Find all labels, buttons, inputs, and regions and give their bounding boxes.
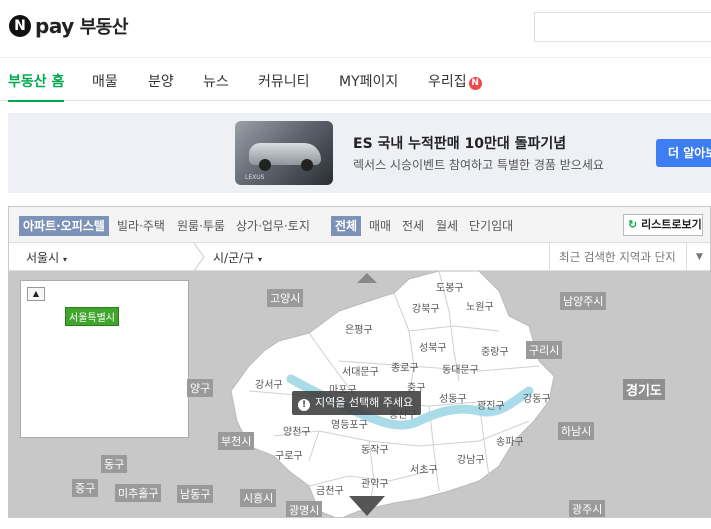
city-select[interactable]: 서울시 ▾: [26, 249, 67, 266]
ad-banner[interactable]: LEXUS ES 국내 누적판매 10만대 돌파기념 렉서스 시승이벤트 참여하…: [8, 113, 711, 193]
search-input[interactable]: [534, 12, 711, 42]
main-nav: 부동산 홈 매물 분양 뉴스 커뮤니티 MY페이지 우리집 N: [0, 59, 711, 102]
district-label[interactable]: 강동구: [523, 390, 551, 405]
district-label[interactable]: 은평구: [345, 321, 373, 336]
region-label[interactable]: 남양주시: [560, 292, 607, 310]
logo-title: 부동산: [79, 17, 129, 38]
region-label[interactable]: 미추홀구: [115, 484, 162, 502]
district-label[interactable]: 서대문구: [342, 363, 379, 378]
nav-news[interactable]: 뉴스: [203, 71, 229, 91]
logo-pay-text: pay: [35, 14, 74, 38]
breadcrumb-separator-icon: [194, 243, 205, 271]
district-select[interactable]: 시/군/구 ▾: [213, 249, 262, 266]
region-label[interactable]: 남동구: [177, 485, 214, 503]
region-label[interactable]: 고양시: [267, 289, 304, 307]
district-label[interactable]: 영등포구: [331, 416, 368, 431]
district-label[interactable]: 도봉구: [436, 279, 464, 294]
district-label[interactable]: 강남구: [457, 451, 485, 466]
district-label[interactable]: 종로구: [391, 359, 419, 374]
district-label[interactable]: 강북구: [412, 300, 440, 315]
banner-subtitle: 렉서스 시승이벤트 참여하고 특별한 경품 받으세요: [353, 158, 604, 172]
filter-bar: 아파트·오피스텔 빌라·주택 원룸·투룸 상가·업무·토지 전체 매매 전세 월…: [9, 207, 710, 243]
minimap-seoul-label[interactable]: 서울특별시: [65, 307, 119, 326]
district-label[interactable]: 노원구: [466, 298, 494, 313]
nav-mypage[interactable]: MY페이지: [339, 71, 398, 91]
district-label[interactable]: 광진구: [477, 397, 505, 412]
region-label[interactable]: 경기도: [623, 379, 665, 400]
map-panel: 아파트·오피스텔 빌라·주택 원룸·투룸 상가·업무·토지 전체 매매 전세 월…: [8, 206, 711, 518]
filter-trade-short[interactable]: 단기임대: [469, 216, 513, 236]
filter-apartment-officetel[interactable]: 아파트·오피스텔: [19, 216, 109, 236]
nav-myhome[interactable]: 우리집 N: [428, 71, 482, 91]
filter-villa-house[interactable]: 빌라·주택: [117, 216, 165, 236]
nav-myhome-label: 우리집: [428, 74, 467, 90]
region-label[interactable]: 양구: [187, 379, 214, 397]
collapse-minimap-button[interactable]: ▲: [27, 287, 45, 301]
region-label[interactable]: 부천시: [218, 432, 255, 450]
district-label[interactable]: 서초구: [410, 461, 438, 476]
recent-search-label: 최근 검색한 지역과 단지: [559, 250, 676, 264]
chevron-down-icon: ▾: [258, 255, 263, 264]
region-label[interactable]: 중구: [72, 479, 99, 497]
refresh-icon: ↻: [628, 218, 638, 231]
filter-commercial-land[interactable]: 상가·업무·토지: [236, 216, 310, 236]
tooltip-text: 지역을 선택해 주세요: [315, 396, 414, 409]
region-label[interactable]: 구리시: [526, 341, 563, 359]
brand-logo: LEXUS: [245, 174, 265, 181]
naver-pay-real-estate-logo[interactable]: N pay 부동산: [9, 13, 128, 39]
filter-oneroom-tworoom[interactable]: 원룸·투룸: [177, 216, 225, 236]
filter-trade-jeonse[interactable]: 전세: [402, 216, 424, 236]
nav-community[interactable]: 커뮤니티: [258, 71, 310, 91]
select-region-tooltip: ! 지역을 선택해 주세요: [292, 391, 422, 415]
learn-more-button[interactable]: 더 알아보: [656, 139, 711, 167]
district-label[interactable]: 성동구: [439, 390, 467, 405]
filter-trade-monthly[interactable]: 월세: [436, 216, 458, 236]
list-view-button[interactable]: ↻ 리스트로보기: [623, 214, 703, 236]
car-wheel: [259, 159, 271, 171]
list-view-label: 리스트로보기: [641, 218, 702, 231]
district-label[interactable]: 양천구: [283, 423, 311, 438]
district-label[interactable]: 송파구: [496, 433, 524, 448]
region-label[interactable]: 광주시: [569, 500, 606, 517]
nav-home[interactable]: 부동산 홈: [8, 71, 65, 102]
exclamation-icon: !: [298, 399, 310, 411]
banner-title: ES 국내 누적판매 10만대 돌파기념: [353, 136, 567, 152]
recent-search-select[interactable]: 최근 검색한 지역과 단지 ▼: [549, 243, 710, 271]
district-label[interactable]: 금천구: [316, 482, 344, 497]
filter-trade-sale[interactable]: 매매: [369, 216, 391, 236]
car-wheel: [301, 159, 313, 171]
district-select-label: 시/군/구: [213, 251, 255, 265]
district-label[interactable]: 성북구: [419, 339, 447, 354]
district-label[interactable]: 강서구: [255, 376, 283, 391]
minimap[interactable]: ▲ 서울특별시: [20, 280, 189, 438]
district-label[interactable]: 동작구: [361, 441, 389, 456]
district-label[interactable]: 중랑구: [481, 343, 509, 358]
region-selector-bar: 서울시 ▾ 시/군/구 ▾ 최근 검색한 지역과 단지 ▼: [9, 243, 710, 271]
region-label[interactable]: 동구: [101, 455, 128, 473]
map-pan-up-icon: [357, 273, 377, 283]
region-label[interactable]: 시흥시: [240, 489, 277, 507]
district-label[interactable]: 관악구: [361, 475, 389, 490]
top-bar: N pay 부동산: [0, 0, 711, 58]
naver-n-icon: N: [9, 15, 31, 37]
region-label[interactable]: 하남시: [558, 422, 595, 440]
filter-trade-all[interactable]: 전체: [331, 216, 362, 236]
nav-listings[interactable]: 매물: [92, 71, 118, 91]
chevron-down-icon: ▾: [62, 255, 67, 264]
region-label[interactable]: 광명시: [286, 501, 323, 517]
car-ad-image: LEXUS: [235, 121, 333, 185]
nav-presale[interactable]: 분양: [148, 71, 174, 91]
new-badge: N: [468, 77, 482, 90]
district-label[interactable]: 동대문구: [442, 361, 479, 376]
city-select-label: 서울시: [26, 251, 60, 265]
region-map[interactable]: ▲ 서울특별시 도봉구 강북구 노원구 은평구 성북구 중랑구 서대문구 종로구…: [9, 271, 710, 517]
chevron-down-icon[interactable]: ▼: [686, 243, 710, 271]
district-label[interactable]: 구로구: [275, 447, 303, 462]
